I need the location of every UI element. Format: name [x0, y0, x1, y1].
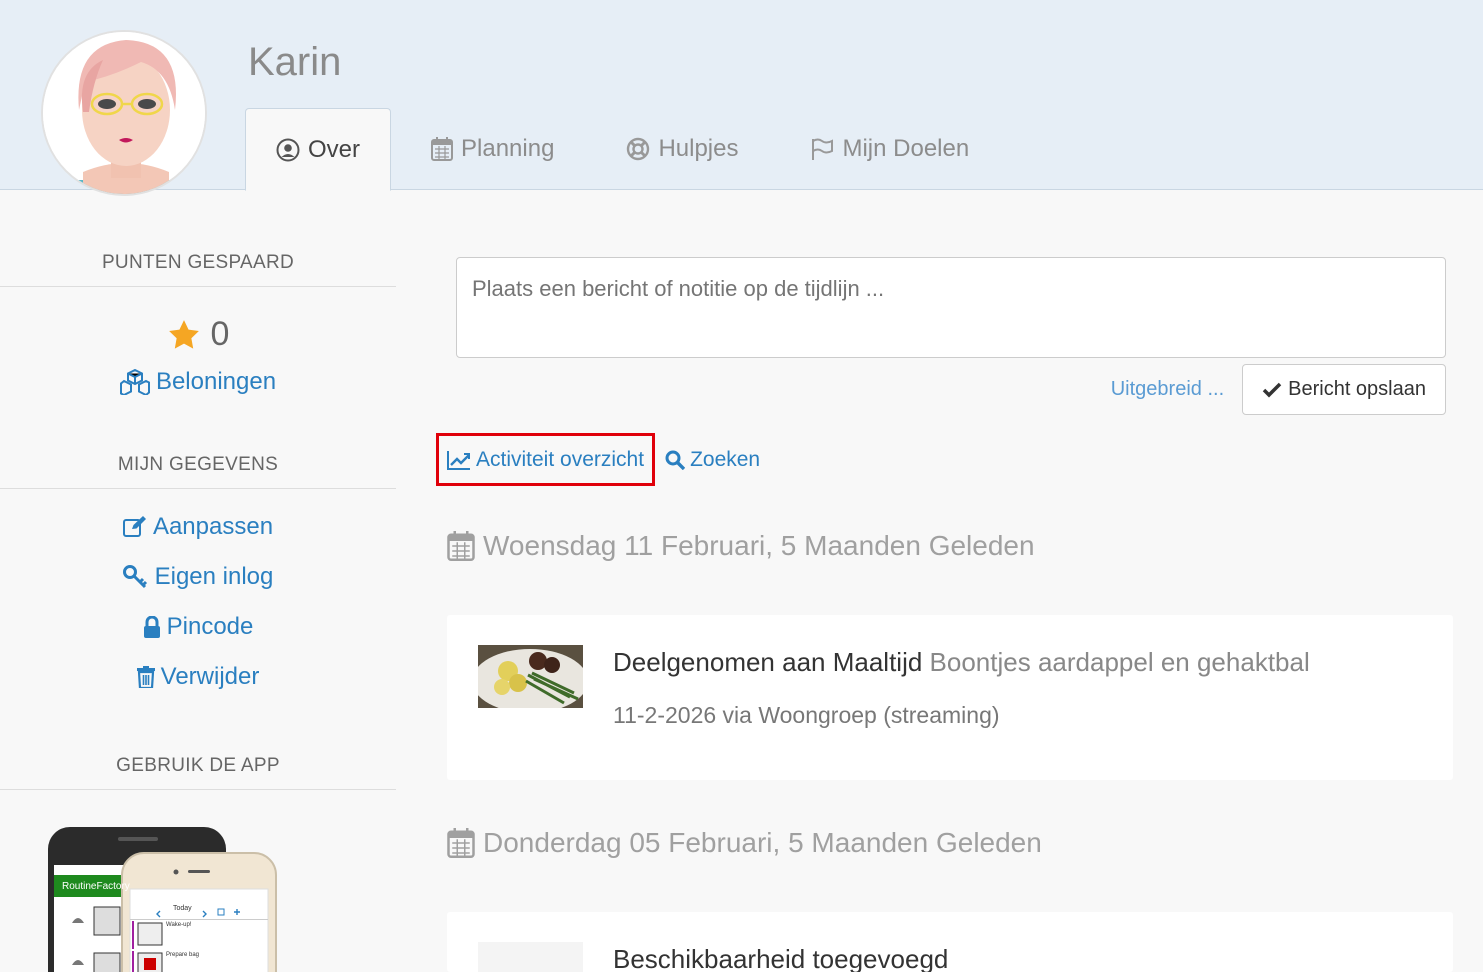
timeline-item-title-row: Beschikbaarheid toegevoegd — [613, 944, 948, 972]
timeline-date-heading: Woensdag 11 Februari, 5 Maanden Geleden — [447, 530, 1035, 562]
timeline-item-subtitle: Boontjes aardappel en gehaktbal — [929, 647, 1310, 677]
timeline-links: Activiteit overzicht Zoeken — [436, 433, 760, 486]
app-promo-image[interactable]: RoutineFactory Today Wake-up! Prepare ba… — [48, 827, 278, 972]
extended-link[interactable]: Uitgebreid ... — [1111, 378, 1224, 401]
my-data-heading: MIJN GEGEVENS — [0, 454, 396, 489]
life-ring-icon — [627, 137, 650, 161]
item-thumbnail — [478, 942, 583, 972]
points-value: 0 — [210, 315, 230, 353]
app-item-2: Prepare bag — [166, 952, 200, 958]
rewards-label: Beloningen — [155, 368, 277, 395]
activity-overview-label: Activiteit overzicht — [476, 447, 645, 471]
avatar — [41, 30, 207, 196]
tab-label: Mijn Doelen — [842, 135, 970, 162]
star-icon — [168, 319, 199, 349]
save-label: Bericht opslaan — [1288, 378, 1426, 400]
tab-over[interactable]: Over — [245, 108, 392, 191]
own-login-label: Eigen inlog — [154, 563, 274, 590]
flag-icon — [812, 138, 834, 160]
app-item-1: Wake-up! — [166, 922, 192, 928]
rewards-link[interactable]: Beloningen — [0, 368, 396, 396]
edit-link[interactable]: Aanpassen — [0, 513, 396, 541]
app-brand: RoutineFactory — [62, 881, 130, 892]
app-heading: GEBRUIK DE APP — [0, 755, 396, 790]
tab-label: Planning — [461, 135, 555, 162]
calendar-icon — [431, 137, 454, 161]
check-icon — [1262, 382, 1282, 397]
timeline-item-title-row: Deelgenomen aan Maaltijd Boontjes aardap… — [613, 647, 1310, 678]
timeline-date: Donderdag 05 Februari, 5 Maanden Geleden — [483, 827, 1042, 858]
activity-overview-link[interactable]: Activiteit overzicht — [436, 433, 656, 486]
edit-icon — [122, 516, 146, 537]
timeline-item-title: Deelgenomen aan Maaltijd — [613, 647, 923, 677]
pincode-link[interactable]: Pincode — [0, 613, 396, 641]
save-message-button[interactable]: Bericht opslaan — [1242, 364, 1446, 415]
tab-hulpjes[interactable]: Hulpjes — [590, 108, 774, 190]
calendar-icon — [447, 828, 475, 858]
own-login-link[interactable]: Eigen inlog — [0, 563, 396, 591]
timeline-item-title: Beschikbaarheid toegevoegd — [613, 944, 949, 972]
timeline-item[interactable]: Beschikbaarheid toegevoegd — [447, 912, 1453, 972]
timeline-item[interactable]: Deelgenomen aan Maaltijd Boontjes aardap… — [447, 615, 1453, 780]
delete-link[interactable]: Verwijder — [0, 663, 396, 691]
cubes-icon — [119, 369, 150, 395]
timeline-item-meta: 11-2-2026 via Woongroep (streaming) — [613, 702, 1000, 728]
points-heading: PUNTEN GESPAARD — [0, 252, 396, 287]
trash-icon — [136, 666, 155, 688]
calendar-icon — [447, 531, 475, 561]
points-display: 0 — [0, 315, 396, 354]
timeline-date: Woensdag 11 Februari, 5 Maanden Geleden — [483, 530, 1035, 561]
sidebar: PUNTEN GESPAARD 0 Beloningen MIJN GEGEVE… — [0, 230, 396, 972]
message-input[interactable] — [456, 257, 1446, 358]
search-link[interactable]: Zoeken — [665, 448, 760, 472]
search-icon — [665, 450, 686, 470]
key-icon — [122, 565, 147, 589]
user-circle-icon — [276, 138, 300, 161]
tab-mijn-doelen[interactable]: Mijn Doelen — [774, 108, 1005, 190]
meal-photo — [478, 645, 583, 708]
search-label: Zoeken — [690, 447, 761, 471]
timeline-date-heading: Donderdag 05 Februari, 5 Maanden Geleden — [447, 827, 1042, 859]
tab-label: Hulpjes — [658, 135, 739, 162]
composer-actions: Uitgebreid ... Bericht opslaan — [1111, 364, 1446, 415]
tab-planning[interactable]: Planning — [391, 108, 590, 190]
delete-label: Verwijder — [160, 663, 260, 690]
app-today-label: Today — [173, 905, 192, 912]
edit-label: Aanpassen — [152, 513, 274, 540]
profile-tabs: Over Planning Hulpjes Mijn Doelen — [245, 108, 1005, 191]
page-title: Karin — [248, 40, 342, 84]
line-chart-icon — [447, 450, 470, 470]
tab-label: Over — [308, 135, 361, 163]
main-content — [456, 257, 1446, 363]
lock-icon — [143, 616, 160, 638]
pincode-label: Pincode — [166, 613, 254, 640]
